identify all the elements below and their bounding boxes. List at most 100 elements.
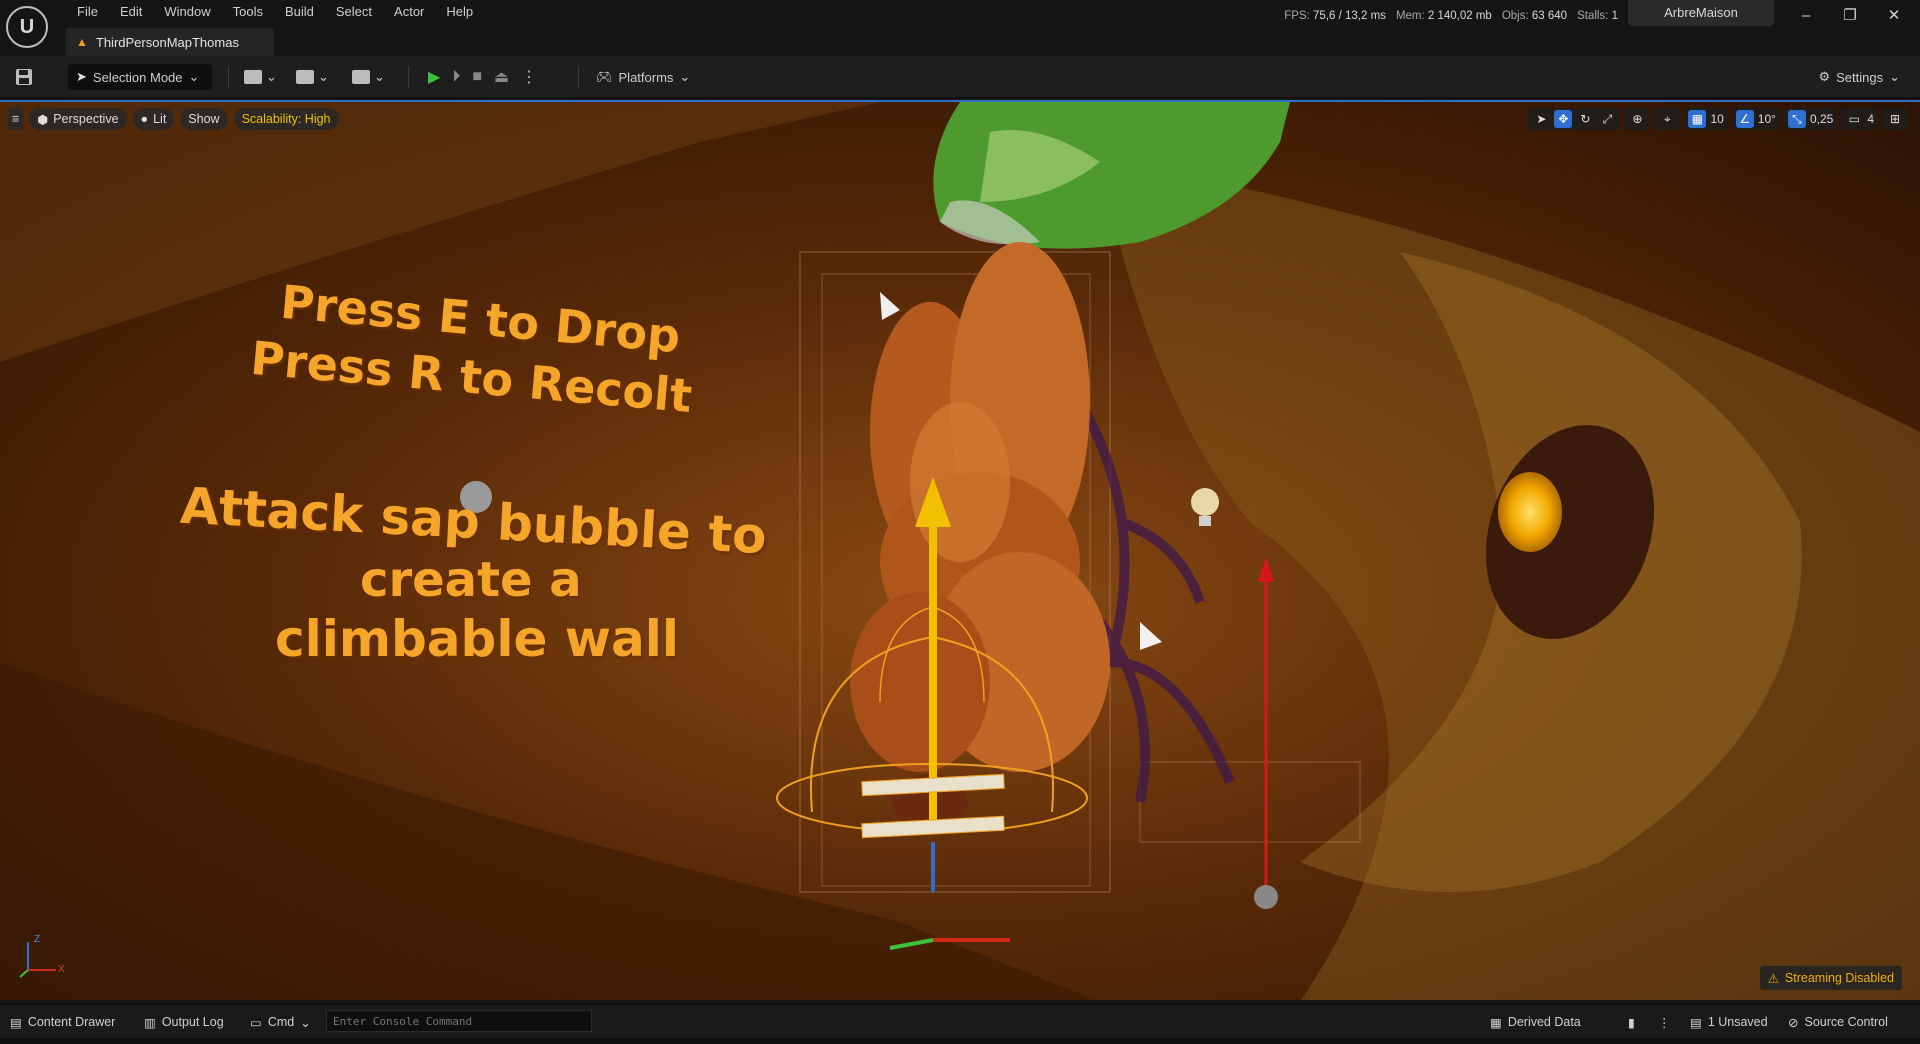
gamepad-icon: 🎮︎ [596, 69, 613, 84]
menu-edit[interactable]: Edit [109, 4, 153, 20]
console-command-input[interactable] [326, 1010, 592, 1032]
clapperboard-icon [352, 70, 370, 84]
menu-actor[interactable]: Actor [383, 4, 435, 20]
title-bar: U File Edit Window Tools Build Select Ac… [0, 0, 1920, 56]
platforms-dropdown[interactable]: 🎮︎ Platforms ⌄ [596, 64, 690, 90]
trace-icon: ▮ [1628, 1015, 1635, 1030]
surface-snap-icon[interactable]: ⌖ [1658, 110, 1676, 128]
coordinate-space: ⊕ [1624, 108, 1651, 130]
move-tool-icon[interactable]: ✥ [1554, 110, 1573, 128]
menu-build[interactable]: Build [274, 4, 325, 20]
rotate-tool-icon[interactable]: ↻ [1576, 110, 1594, 128]
objs-label: Objs: [1501, 10, 1529, 22]
derived-data-button[interactable]: ▦ Derived Data [1490, 1012, 1581, 1032]
play-controls: ▶ ⏵ ■ ⏏ ⋮ [428, 64, 537, 90]
play-options-icon[interactable]: ⋮ [521, 67, 537, 87]
menu-tools[interactable]: Tools [222, 4, 274, 20]
viewport-toolbar-right: ➤ ✥ ↻ ⤢ ⊕ ⌖ ▦ 10 ∠ 10° ⤡ 0,25 ▭ 4 ⊞ [1528, 108, 1908, 130]
project-name-tab[interactable]: ArbreMaison [1628, 0, 1774, 26]
grid-snap-value[interactable]: 10 [1710, 112, 1723, 126]
scale-snap-value[interactable]: 0,25 [1810, 112, 1833, 126]
chevron-down-icon: ⌄ [679, 69, 691, 84]
show-button[interactable]: Show [180, 108, 228, 130]
stop-icon[interactable]: ■ [472, 68, 482, 86]
lit-label: Lit [153, 112, 167, 126]
cursor-icon: ➤ [76, 69, 87, 84]
output-log-label: Output Log [161, 1015, 224, 1029]
scale-snap-icon[interactable]: ⤡ [1787, 110, 1806, 128]
camera-speed-value[interactable]: 4 [1867, 112, 1874, 126]
view-mode-button[interactable]: ● Lit [132, 108, 175, 130]
settings-dropdown[interactable]: ⚙ Settings ⌄ [1818, 64, 1900, 90]
trace-button[interactable]: ▮ [1628, 1012, 1635, 1032]
tab-level-document[interactable]: ▲ ThirdPersonMapThomas [66, 28, 274, 56]
stalls-value: 1 [1611, 10, 1618, 22]
restore-button[interactable]: ❐ [1828, 0, 1872, 32]
source-control-label: Source Control [1804, 1015, 1888, 1029]
grid-snap-icon[interactable]: ▦ [1688, 110, 1707, 128]
eject-icon[interactable]: ⏏ [494, 67, 509, 87]
rotation-snap-group: ∠ 10° [1731, 108, 1780, 130]
folder-icon: ▤ [10, 1015, 22, 1030]
unreal-logo-icon[interactable]: U [6, 6, 48, 48]
play-icon[interactable]: ▶ [428, 67, 440, 87]
chevron-down-icon: ⌄ [374, 69, 385, 84]
selection-mode-dropdown[interactable]: ➤ Selection Mode ⌄ [68, 64, 212, 90]
add-actor-icon [244, 70, 262, 84]
camera-icon[interactable]: ▭ [1845, 110, 1863, 128]
step-icon[interactable]: ⏵ [452, 68, 460, 86]
rotation-snap-value[interactable]: 10° [1758, 112, 1776, 126]
taskbar-strip [0, 1038, 1920, 1044]
stalls-label: Stalls: [1577, 10, 1609, 22]
level-viewport[interactable]: Press E to Drop Press R to Recolt Attack… [0, 100, 1920, 1000]
terminal-icon: ▭ [250, 1015, 262, 1030]
world-space-icon[interactable]: ⊕ [1628, 110, 1646, 128]
add-actor-button[interactable]: ⌄ [244, 64, 277, 90]
axis-label-x: X [58, 964, 65, 975]
output-log-button[interactable]: ▥ Output Log [144, 1012, 224, 1032]
scalability-button[interactable]: Scalability: High [233, 108, 339, 130]
more-options-button[interactable]: ⋮ [1658, 1012, 1671, 1032]
viewport-options-button[interactable]: ≡ [8, 108, 24, 130]
chevron-down-icon: ⌄ [318, 69, 329, 84]
perspective-button[interactable]: ⬢ Perspective [29, 108, 127, 130]
surface-snap: ⌖ [1654, 108, 1681, 130]
source-control-button[interactable]: ⊘ Source Control [1788, 1012, 1888, 1032]
frame-ms-value: / 13,2 ms [1338, 10, 1386, 22]
performance-stats: FPS: 75,6 / 13,2 ms Mem: 2 140,02 mb Obj… [1284, 10, 1618, 22]
scene-render [0, 102, 1920, 1000]
rotation-snap-icon[interactable]: ∠ [1735, 110, 1754, 128]
show-label: Show [188, 112, 220, 126]
close-button[interactable]: ✕ [1872, 0, 1916, 32]
cmd-dropdown[interactable]: ▭ Cmd ⌄ [250, 1012, 311, 1032]
select-tool-icon[interactable]: ➤ [1532, 110, 1550, 128]
fps-value: 75,6 [1313, 10, 1336, 22]
more-options-icon: ⋮ [1658, 1015, 1671, 1030]
warning-icon: ⚠ [1767, 971, 1779, 986]
source-control-disabled-icon: ⊘ [1788, 1015, 1799, 1030]
content-drawer-label: Content Drawer [27, 1015, 116, 1029]
scale-tool-icon[interactable]: ⤢ [1598, 110, 1616, 128]
chevron-down-icon: ⌄ [266, 69, 277, 84]
selection-mode-label: Selection Mode [92, 69, 183, 85]
save-button[interactable] [14, 64, 34, 90]
menu-select[interactable]: Select [325, 4, 383, 20]
menu-window[interactable]: Window [153, 4, 221, 20]
streaming-label: Streaming Disabled [1784, 971, 1894, 985]
unsaved-button[interactable]: ▤ 1 Unsaved [1690, 1012, 1768, 1032]
status-bar: ▤ Content Drawer ▥ Output Log ▭ Cmd ⌄ ▦ … [0, 1004, 1920, 1038]
menu-help[interactable]: Help [435, 4, 484, 20]
chevron-down-icon: ⌄ [300, 1015, 311, 1030]
mem-value: 2 140,02 mb [1427, 10, 1492, 22]
viewport-layout-icon[interactable]: ⊞ [1886, 110, 1904, 128]
menu-file[interactable]: File [66, 4, 109, 20]
blueprints-button[interactable]: ⌄ [296, 64, 329, 90]
cinematics-button[interactable]: ⌄ [352, 64, 385, 90]
derived-data-label: Derived Data [1507, 1015, 1581, 1029]
hint-line-wall: climbable wall [275, 610, 680, 668]
fps-label: FPS: [1284, 10, 1310, 22]
transform-tools: ➤ ✥ ↻ ⤢ [1528, 108, 1621, 130]
minimize-button[interactable]: – [1784, 0, 1828, 32]
streaming-status[interactable]: ⚠ Streaming Disabled [1759, 966, 1902, 990]
content-drawer-button[interactable]: ▤ Content Drawer [10, 1012, 115, 1032]
